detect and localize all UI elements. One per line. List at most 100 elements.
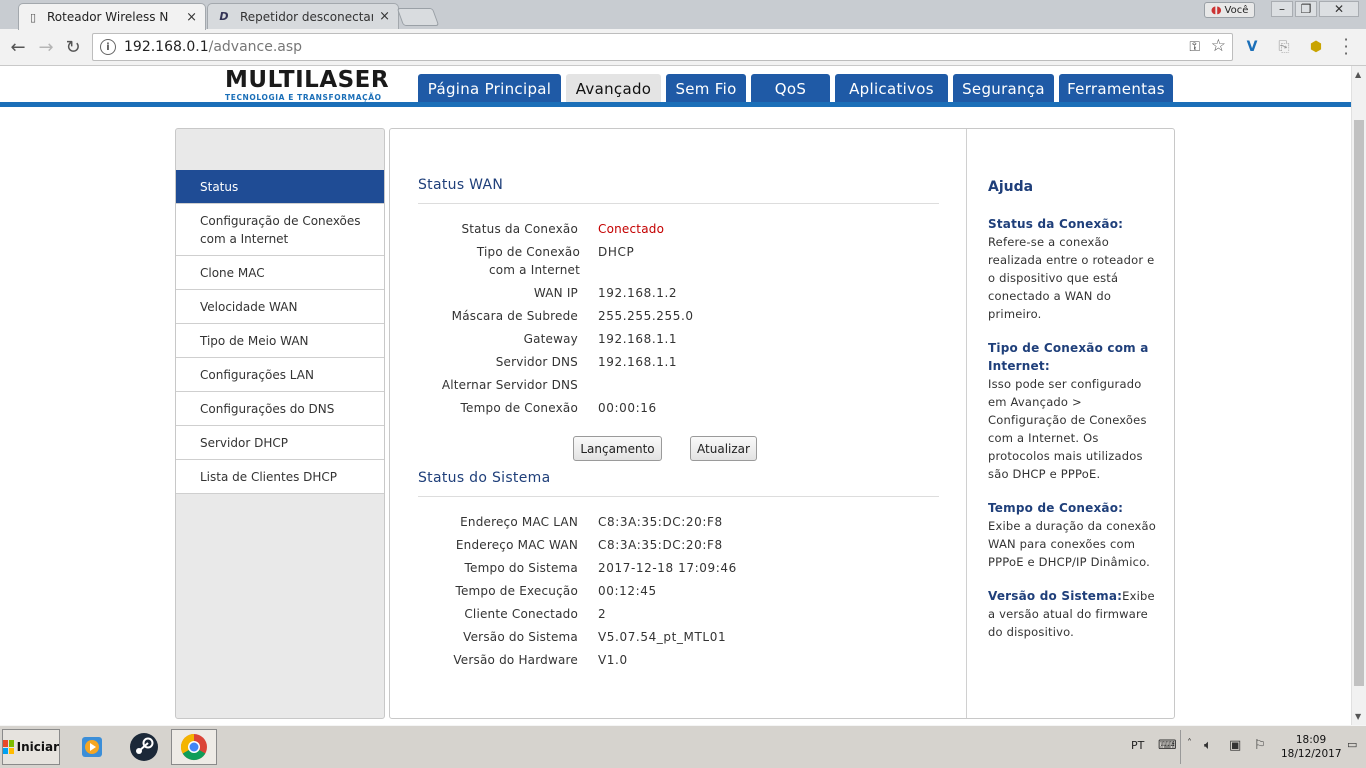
refresh-button[interactable]: Atualizar — [690, 436, 757, 461]
router-header: MULTILASER TECNOLOGIA E TRANSFORMAÇÃO Pá… — [0, 66, 1351, 107]
tab-close-icon[interactable]: × — [186, 10, 197, 25]
tab-repetidor[interactable]: D Repetidor desconectando a × — [207, 3, 399, 29]
nav-ferramentas[interactable]: Ferramentas — [1059, 74, 1173, 104]
wan-label: Alternar Servidor DNS — [441, 378, 578, 392]
steam-icon[interactable] — [124, 729, 164, 765]
sidebar-item-status[interactable]: Status — [176, 170, 384, 204]
help-heading: Tipo de Conexão com a Internet: — [988, 341, 1149, 373]
extension-shield-icon[interactable]: ⬢ — [1306, 37, 1326, 57]
sidebar-item-tipo-meio-wan[interactable]: Tipo de Meio WAN — [176, 324, 384, 358]
back-icon[interactable]: ← — [7, 36, 29, 58]
system-value: V5.07.54_pt_MTL01 — [598, 630, 727, 644]
profile-icon: ◖◗ — [1211, 4, 1222, 16]
help-text: Refere-se a conexão realizada entre o ro… — [988, 235, 1155, 321]
system-label: Endereço MAC WAN — [455, 538, 578, 552]
menu-dots-icon[interactable]: · · · — [1340, 32, 1352, 62]
wan-label: Gateway — [523, 332, 578, 346]
help-text: Exibe a duração da conexão WAN para cone… — [988, 519, 1157, 569]
tab-roteador[interactable]: ▯ Roteador Wireless N × — [18, 3, 206, 30]
profile-button[interactable]: ◖◗ Você — [1204, 2, 1256, 18]
network-icon[interactable]: ▣ — [1229, 738, 1241, 753]
keyboard-icon[interactable]: ⌨ — [1158, 738, 1177, 753]
system-section-title: Status do Sistema — [418, 470, 551, 486]
new-tab-button[interactable] — [396, 8, 440, 26]
wan-label: Máscara de Subrede — [451, 309, 578, 323]
wan-label: Tipo de Conexão com a Internet — [476, 245, 580, 277]
taskbar: Iniciar PT ⌨ ˄ 🔈︎ ▣ ⚐ 18:09 18/12/2017 ▭ — [0, 725, 1366, 768]
help-section: Tempo de Conexão: Exibe a duração da con… — [988, 499, 1160, 571]
section-divider — [418, 496, 939, 497]
nav-aplicativos[interactable]: Aplicativos — [835, 74, 948, 104]
sidebar-item-configuracoes-dns[interactable]: Configurações do DNS — [176, 392, 384, 426]
restore-icon[interactable]: ❐ — [1295, 1, 1317, 17]
wan-value: 255.255.255.0 — [598, 309, 694, 323]
clock-date: 18/12/2017 — [1281, 748, 1342, 760]
windows-logo-icon — [3, 740, 14, 754]
wan-label: WAN IP — [533, 286, 578, 300]
system-value: C8:3A:35:DC:20:F8 — [598, 538, 723, 552]
scroll-up-icon[interactable]: ▲ — [1355, 70, 1361, 79]
media-player-icon[interactable] — [72, 729, 112, 765]
sidebar-item-velocidade-wan[interactable]: Velocidade WAN — [176, 290, 384, 324]
help-heading: Versão do Sistema: — [988, 589, 1123, 603]
url-host: 192.168.0.1 — [124, 39, 209, 55]
help-title: Ajuda — [988, 179, 1034, 195]
bookmark-star-icon[interactable]: ☆ — [1211, 36, 1226, 56]
sidebar-item-configuracoes-lan[interactable]: Configurações LAN — [176, 358, 384, 392]
header-stripe — [0, 102, 1351, 107]
system-label: Tempo do Sistema — [464, 561, 578, 575]
nav-sem-fio[interactable]: Sem Fio — [666, 74, 746, 104]
section-divider — [418, 203, 939, 204]
help-heading: Tempo de Conexão: — [988, 501, 1124, 515]
volume-icon[interactable]: 🔈︎ — [1204, 738, 1212, 753]
help-section: Versão do Sistema:Exibe a versão atual d… — [988, 587, 1160, 641]
tab-close-icon[interactable]: × — [379, 9, 390, 24]
wan-label: Tempo de Conexão — [460, 401, 578, 415]
sidebar-item-servidor-dhcp[interactable]: Servidor DHCP — [176, 426, 384, 460]
scroll-down-icon[interactable]: ▼ — [1355, 712, 1361, 721]
sidebar-item-lista-clientes-dhcp[interactable]: Lista de Clientes DHCP — [176, 460, 384, 494]
content-panel: Status WAN Status da Conexão Conectado T… — [389, 128, 1175, 719]
start-button[interactable]: Iniciar — [2, 729, 60, 765]
page-scrollbar[interactable]: ▲ ▼ — [1351, 66, 1366, 725]
minimize-icon[interactable]: – — [1271, 1, 1293, 17]
action-center-flag-icon[interactable]: ⚐ — [1254, 738, 1266, 753]
sidebar-item-clone-mac[interactable]: Clone MAC — [176, 256, 384, 290]
wan-value: 00:00:16 — [598, 401, 657, 415]
nav-pagina-principal[interactable]: Página Principal — [418, 74, 561, 104]
clock[interactable]: 18:09 18/12/2017 — [1281, 733, 1342, 761]
key-icon[interactable]: ⚿ — [1189, 39, 1200, 55]
close-window-icon[interactable]: ✕ — [1319, 1, 1359, 17]
nav-avancado[interactable]: Avançado — [566, 74, 661, 104]
scroll-thumb[interactable] — [1354, 120, 1364, 686]
chrome-icon[interactable] — [171, 729, 217, 765]
url-path: /advance.asp — [208, 39, 303, 55]
extension-pdf-icon[interactable]: ⎘ — [1274, 37, 1294, 57]
wan-value: 192.168.1.1 — [598, 355, 678, 369]
nav-seguranca[interactable]: Segurança — [953, 74, 1054, 104]
help-section: Tipo de Conexão com a Internet: Isso pod… — [988, 339, 1160, 483]
info-icon[interactable]: i — [100, 39, 116, 55]
browser-toolbar: ← → ↻ i 192.168.0.1 /advance.asp ⚿ ☆ V ⎘… — [0, 29, 1366, 66]
extension-v-icon[interactable]: V — [1242, 37, 1262, 57]
sidebar-item-configuracao-conexoes[interactable]: Configuração de Conexões com a Internet — [176, 204, 384, 256]
address-bar[interactable]: i 192.168.0.1 /advance.asp ⚿ ☆ — [92, 33, 1233, 61]
release-button[interactable]: Lançamento — [573, 436, 662, 461]
wan-value: 192.168.1.1 — [598, 332, 678, 346]
help-heading: Status da Conexão: — [988, 217, 1124, 231]
tab-title: Roteador Wireless N — [47, 10, 169, 24]
tray-separator — [1180, 730, 1181, 764]
show-hidden-icons-icon[interactable]: ˄ — [1187, 738, 1192, 749]
reload-icon[interactable]: ↻ — [62, 36, 84, 58]
system-value: 2 — [598, 607, 607, 621]
clock-time: 18:09 — [1295, 734, 1327, 746]
show-desktop-icon[interactable]: ▭ — [1347, 738, 1357, 751]
tab-title: Repetidor desconectando a — [240, 9, 373, 24]
system-label: Versão do Sistema — [463, 630, 578, 644]
wan-label: Status da Conexão — [461, 222, 578, 236]
forward-icon[interactable]: → — [35, 36, 57, 58]
nav-qos[interactable]: QoS — [751, 74, 830, 104]
language-indicator[interactable]: PT — [1131, 739, 1144, 752]
logo-main: MULTILASER — [225, 67, 390, 93]
help-section: Status da Conexão: Refere-se a conexão r… — [988, 215, 1160, 323]
